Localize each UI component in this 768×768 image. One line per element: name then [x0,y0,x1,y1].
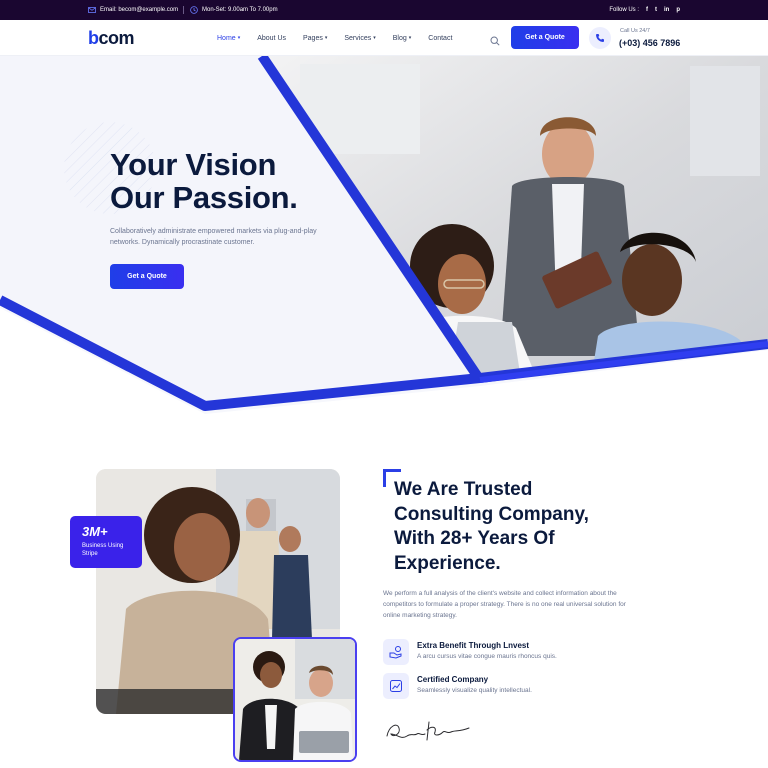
about-description: We perform a full analysis of the client… [383,590,626,619]
hero-description: Collaboratively administrate empowered m… [110,228,317,246]
feature-description: Seamlessly visualize quality intellectua… [417,687,532,694]
about-small-photo [233,637,357,762]
chevron-down-icon: ▾ [237,35,241,41]
search-icon[interactable] [490,33,500,46]
hand-coin-icon [383,639,409,665]
topbar-divider [183,6,184,14]
hero-section: Your Vision Our Passion. Collaboratively… [0,56,768,416]
linkedin-icon[interactable]: in [664,7,669,13]
nav-item-services[interactable]: Services ▾ [344,35,375,42]
hero-title: Your Vision Our Passion. [110,148,298,214]
twitter-icon[interactable]: t [655,7,657,13]
stat-badge: 3M+ Business Using Stripe [70,516,142,568]
phone-icon[interactable] [589,27,611,49]
team-photo-image [235,639,355,760]
feature-title: Certified Company [417,675,489,684]
stat-value: 3M+ [82,524,108,539]
signature-image [386,721,470,741]
feature-item: Certified Company Seamlessly visualize q… [383,673,633,699]
hero-title-line1: Your Vision [110,147,277,182]
topbar-email-text: Email: becom@example.com [100,7,179,13]
clock-icon [190,6,198,14]
nav-item-pages-label: Pages [303,34,323,42]
topbar-email[interactable]: Email: becom@example.com [88,0,178,20]
nav-item-services-label: Services [344,34,372,42]
feature-title: Extra Benefit Through Lnvest [417,641,530,650]
envelope-icon [88,6,96,14]
site-logo[interactable]: b com [88,27,135,48]
nav-item-home-label: Home [217,34,236,42]
nav-quote-button[interactable]: Get a Quote [511,26,579,49]
facebook-icon[interactable]: f [646,7,648,13]
feature-description: A arcu cursus vitae congue mauris rhoncu… [417,653,557,660]
nav-item-about[interactable]: About Us [257,35,286,42]
stat-label: Business Using Stripe [82,543,124,557]
call-number[interactable]: (+03) 456 7896 [619,38,680,48]
hero-quote-button[interactable]: Get a Quote [110,264,184,289]
nav-item-blog-label: Blog [392,34,407,42]
topbar-hours: Mon-Set: 9.00am To 7.00pm [190,0,278,20]
topbar-hours-text: Mon-Set: 9.00am To 7.00pm [202,7,278,13]
nav-item-contact-label: Contact [428,34,453,42]
follow-label: Follow Us : [609,7,639,13]
certificate-chart-icon [383,673,409,699]
nav-item-home[interactable]: Home ▾ [217,35,240,42]
logo-mark: b [88,27,99,48]
chevron-down-icon: ▾ [408,35,412,41]
call-label: Call Us 24/7 [620,28,650,34]
chevron-down-icon: ▾ [324,35,328,41]
nav-item-about-label: About Us [257,34,286,42]
nav-item-blog[interactable]: Blog ▾ [393,35,412,42]
top-bar: Email: becom@example.com Mon-Set: 9.00am… [0,0,768,20]
chevron-down-icon: ▾ [373,35,376,41]
about-title: We Are Trusted Consulting Company, With … [394,479,589,574]
pinterest-icon[interactable]: p [676,7,680,13]
nav-item-contact[interactable]: Contact [428,35,452,42]
logo-text: com [98,27,135,48]
nav-item-pages[interactable]: Pages ▾ [303,35,327,42]
hero-title-line2: Our Passion. [110,180,298,215]
nav-menu: Home ▾ About Us Pages ▾ Services ▾ Blog ▾ Co… [217,20,452,56]
feature-item: Extra Benefit Through Lnvest A arcu curs… [383,639,633,665]
social-links: Follow Us : f t in p [609,0,680,20]
